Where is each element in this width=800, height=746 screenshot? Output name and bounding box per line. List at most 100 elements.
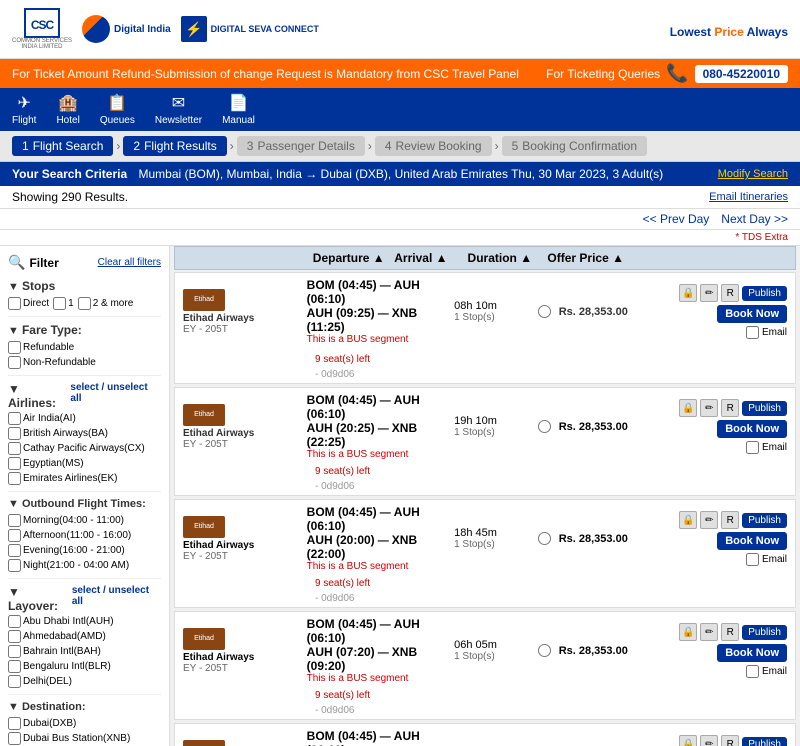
r-icon-5[interactable]: R — [721, 735, 739, 746]
tds-note: * TDS Extra — [0, 230, 800, 246]
refundable-checkbox[interactable] — [8, 341, 21, 354]
publish-button-4[interactable]: Publish — [742, 625, 787, 640]
r-icon-4[interactable]: R — [721, 623, 739, 641]
layover-amd-checkbox[interactable] — [8, 630, 21, 643]
etihad-logo-5: Etihad — [183, 740, 225, 746]
night-checkbox[interactable] — [8, 559, 21, 572]
edit-icon-5[interactable]: ✏ — [700, 735, 718, 746]
dest-xnb-checkbox[interactable] — [8, 732, 21, 745]
book-button-2[interactable]: Book Now — [717, 420, 787, 438]
header: CSC COMMON SERVICES INDIA LIMITED Digita… — [0, 0, 800, 59]
stops-section: ▼ Stops Direct 1 2 & more — [8, 279, 161, 317]
layover-blr-checkbox[interactable] — [8, 660, 21, 673]
flight-radio-1[interactable] — [538, 305, 551, 318]
fare-type-section: ▼ Fare Type: Refundable Non-Refundable — [8, 323, 161, 376]
dest-dxb-checkbox[interactable] — [8, 717, 21, 730]
next-day-link[interactable]: Next Day >> — [721, 212, 788, 226]
morning-checkbox[interactable] — [8, 514, 21, 527]
lock-icon: 🔒 — [679, 284, 697, 302]
airlines-section: ▼ Airlines: select / unselect all Air In… — [8, 382, 161, 492]
flight-card: Etihad Etihad Airways EY - 205T BOM (04:… — [174, 387, 796, 496]
airlines-select-link[interactable]: select / unselect all — [70, 382, 161, 410]
digital-seva-logo: ⚡ DIGITAL SEVA CONNECT — [181, 16, 319, 42]
lowest-price-banner: Lowest Price Always — [670, 16, 788, 42]
nav-manual[interactable]: 📄 Manual — [222, 93, 255, 126]
nav-newsletter[interactable]: ✉ Newsletter — [155, 93, 202, 126]
book-button-3[interactable]: Book Now — [717, 532, 787, 550]
layover-auh-checkbox[interactable] — [8, 615, 21, 628]
stops-direct-checkbox[interactable] — [8, 297, 21, 310]
lock-icon-3: 🔒 — [679, 511, 697, 529]
airline-cx-checkbox[interactable] — [8, 442, 21, 455]
flight-card: Etihad Etihad Airways EY - 205T BOM (04:… — [174, 272, 796, 384]
etihad-logo-3: Etihad — [183, 516, 225, 538]
search-criteria-bar: Your Search Criteria Mumbai (BOM), Mumba… — [0, 162, 800, 186]
book-button-1[interactable]: Book Now — [717, 305, 787, 323]
filter-header: 🔍 Filter Clear all filters — [8, 254, 161, 271]
layover-del-checkbox[interactable] — [8, 675, 21, 688]
results-panel: Departure ▲ Arrival ▲ Duration ▲ Offer P… — [170, 246, 800, 746]
column-headers: Departure ▲ Arrival ▲ Duration ▲ Offer P… — [174, 246, 796, 270]
nav-days-bar: << Prev Day Next Day >> — [0, 209, 800, 230]
lock-icon-4: 🔒 — [679, 623, 697, 641]
edit-icon[interactable]: ✏ — [700, 284, 718, 302]
book-button-4[interactable]: Book Now — [717, 644, 787, 662]
email-checkbox-3[interactable] — [746, 553, 759, 566]
publish-button-1[interactable]: Publish — [742, 286, 787, 301]
notif-bar: For Ticket Amount Refund-Submission of c… — [0, 59, 800, 88]
digital-india-logo: Digital India — [82, 15, 171, 43]
edit-icon-2[interactable]: ✏ — [700, 399, 718, 417]
r-icon-2[interactable]: R — [721, 399, 739, 417]
step-3[interactable]: 3 Passenger Details — [237, 136, 365, 156]
etihad-logo-1: Etihad — [183, 289, 225, 311]
layover-select-link[interactable]: select / unselect all — [72, 585, 161, 613]
results-bar: Showing 290 Results. Email Itineraries — [0, 186, 800, 209]
flight-radio-3[interactable] — [538, 532, 551, 545]
edit-icon-3[interactable]: ✏ — [700, 511, 718, 529]
airline-ba-checkbox[interactable] — [8, 427, 21, 440]
stops-1-checkbox[interactable] — [53, 297, 66, 310]
flight-radio-2[interactable] — [538, 420, 551, 433]
layover-section: ▼ Layover: select / unselect all Abu Dha… — [8, 585, 161, 695]
stops-2plus-checkbox[interactable] — [78, 297, 91, 310]
nav-queues[interactable]: 📋 Queues — [100, 93, 135, 126]
email-checkbox-4[interactable] — [746, 665, 759, 678]
flight-card: Etihad Etihad Airways EY - 205T BOM (04:… — [174, 723, 796, 746]
airline-ms-checkbox[interactable] — [8, 457, 21, 470]
prev-day-link[interactable]: << Prev Day — [643, 212, 710, 226]
etihad-logo-2: Etihad — [183, 404, 225, 426]
etihad-logo-4: Etihad — [183, 628, 225, 650]
afternoon-checkbox[interactable] — [8, 529, 21, 542]
modify-search-link[interactable]: Modify Search — [718, 168, 788, 180]
clear-all-filters[interactable]: Clear all filters — [98, 257, 161, 268]
airline-ek-checkbox[interactable] — [8, 472, 21, 485]
publish-button-2[interactable]: Publish — [742, 401, 787, 416]
steps-bar: 1 Flight Search › 2 Flight Results › 3 P… — [0, 131, 800, 162]
lock-icon-5: 🔒 — [679, 735, 697, 746]
publish-button-5[interactable]: Publish — [742, 737, 787, 746]
airline-ai-checkbox[interactable] — [8, 412, 21, 425]
r-icon-3[interactable]: R — [721, 511, 739, 529]
non-refundable-checkbox[interactable] — [8, 356, 21, 369]
nav-flight[interactable]: ✈ Flight — [12, 93, 36, 126]
step-1[interactable]: 1 Flight Search — [12, 136, 113, 156]
outbound-section: ▼ Outbound Flight Times: Morning(04:00 -… — [8, 498, 161, 579]
destination-section: ▼ Destination: Dubai(DXB) Dubai Bus Stat… — [8, 701, 161, 746]
step-5[interactable]: 5 Booking Confirmation — [502, 136, 647, 156]
email-itineraries-link[interactable]: Email Itineraries — [709, 191, 788, 203]
layover-bah-checkbox[interactable] — [8, 645, 21, 658]
email-checkbox-2[interactable] — [746, 441, 759, 454]
step-4[interactable]: 4 Review Booking — [375, 136, 492, 156]
step-2[interactable]: 2 Flight Results — [123, 136, 226, 156]
edit-icon-4[interactable]: ✏ — [700, 623, 718, 641]
publish-button-3[interactable]: Publish — [742, 513, 787, 528]
flight-card: Etihad Etihad Airways EY - 205T BOM (04:… — [174, 611, 796, 720]
flight-radio-4[interactable] — [538, 644, 551, 657]
results-count: Showing 290 Results. — [12, 190, 128, 204]
email-checkbox-1[interactable] — [746, 326, 759, 339]
nav-hotel[interactable]: 🏨 Hotel — [56, 93, 79, 126]
csc-logo: CSC COMMON SERVICES INDIA LIMITED — [12, 8, 72, 50]
evening-checkbox[interactable] — [8, 544, 21, 557]
main-nav: ✈ Flight 🏨 Hotel 📋 Queues ✉ Newsletter 📄… — [0, 88, 800, 131]
r-icon[interactable]: R — [721, 284, 739, 302]
